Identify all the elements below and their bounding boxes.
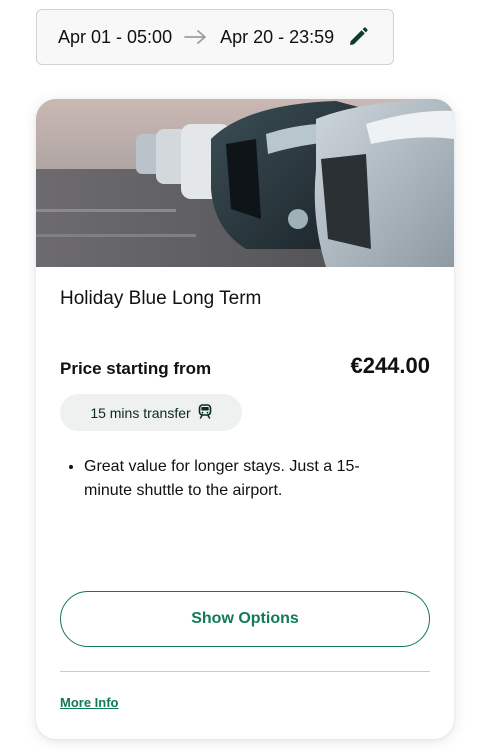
start-date: Apr 01 - 05:00 xyxy=(58,26,173,47)
parked-cars-photo xyxy=(36,99,454,267)
price-label: Price starting from xyxy=(60,359,212,378)
show-options-button[interactable]: Show Options xyxy=(60,591,430,647)
train-icon xyxy=(198,403,212,422)
transfer-label: 15 mins transfer xyxy=(90,404,191,421)
feature-list: Great value for longer stays. Just a 15-… xyxy=(60,455,404,503)
arrow-right-icon xyxy=(184,29,208,45)
transfer-badge: 15 mins transfer xyxy=(60,394,242,431)
price-value: €244.00 xyxy=(350,353,430,378)
more-info-link[interactable]: More Info xyxy=(60,695,119,710)
date-range-selector[interactable]: Apr 01 - 05:00 Apr 20 - 23:59 xyxy=(36,9,394,65)
divider xyxy=(60,671,430,672)
end-date: Apr 20 - 23:59 xyxy=(220,26,335,47)
pencil-icon[interactable] xyxy=(348,27,368,47)
list-item: Great value for longer stays. Just a 15-… xyxy=(84,455,404,503)
parking-option-card: Holiday Blue Long Term Price starting fr… xyxy=(36,99,454,739)
card-title: Holiday Blue Long Term xyxy=(60,288,262,309)
